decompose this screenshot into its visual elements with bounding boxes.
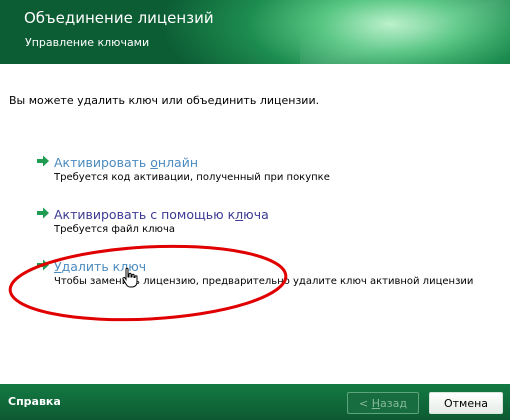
- link-text: юча: [243, 207, 269, 222]
- cancel-button[interactable]: Отмена: [429, 392, 503, 414]
- wizard-header: Объединение лицензий Управление ключами: [0, 0, 510, 64]
- link-text: далить ключ: [61, 259, 147, 274]
- link-accesskey: У: [54, 259, 62, 274]
- back-button-accesskey: Н: [371, 397, 381, 410]
- link-accesskey: л: [235, 207, 244, 222]
- back-button-arrow: <: [359, 397, 372, 410]
- link-text: Активировать с помощью к: [54, 207, 236, 222]
- page-title: Объединение лицензий: [24, 9, 214, 27]
- activate-online-link[interactable]: Активировать онлайн: [54, 155, 198, 170]
- green-arrow-icon: [37, 259, 49, 271]
- green-arrow-icon: [37, 207, 49, 219]
- back-button[interactable]: < Назад: [347, 392, 419, 414]
- option-description: Требуется код активации, полученный при …: [54, 172, 330, 183]
- help-link[interactable]: Справка: [8, 395, 61, 408]
- info-text: Вы можете удалить ключ или объединить ли…: [9, 94, 320, 107]
- back-button-label: азад: [380, 397, 407, 410]
- link-accesskey: о: [150, 155, 158, 170]
- wizard-footer: Справка < Назад Отмена: [0, 384, 510, 420]
- option-description: Чтобы заменить лицензию, предварительно …: [54, 276, 474, 287]
- link-text: Активировать: [54, 155, 151, 170]
- link-text: нлайн: [157, 155, 199, 170]
- green-arrow-icon: [37, 155, 49, 167]
- option-description: Требуется файл ключа: [54, 224, 175, 235]
- header-sheen: [300, 0, 510, 64]
- page-subtitle: Управление ключами: [25, 36, 150, 49]
- activate-with-key-link[interactable]: Активировать с помощью ключа: [54, 207, 269, 222]
- remove-key-link[interactable]: Удалить ключ: [54, 259, 146, 274]
